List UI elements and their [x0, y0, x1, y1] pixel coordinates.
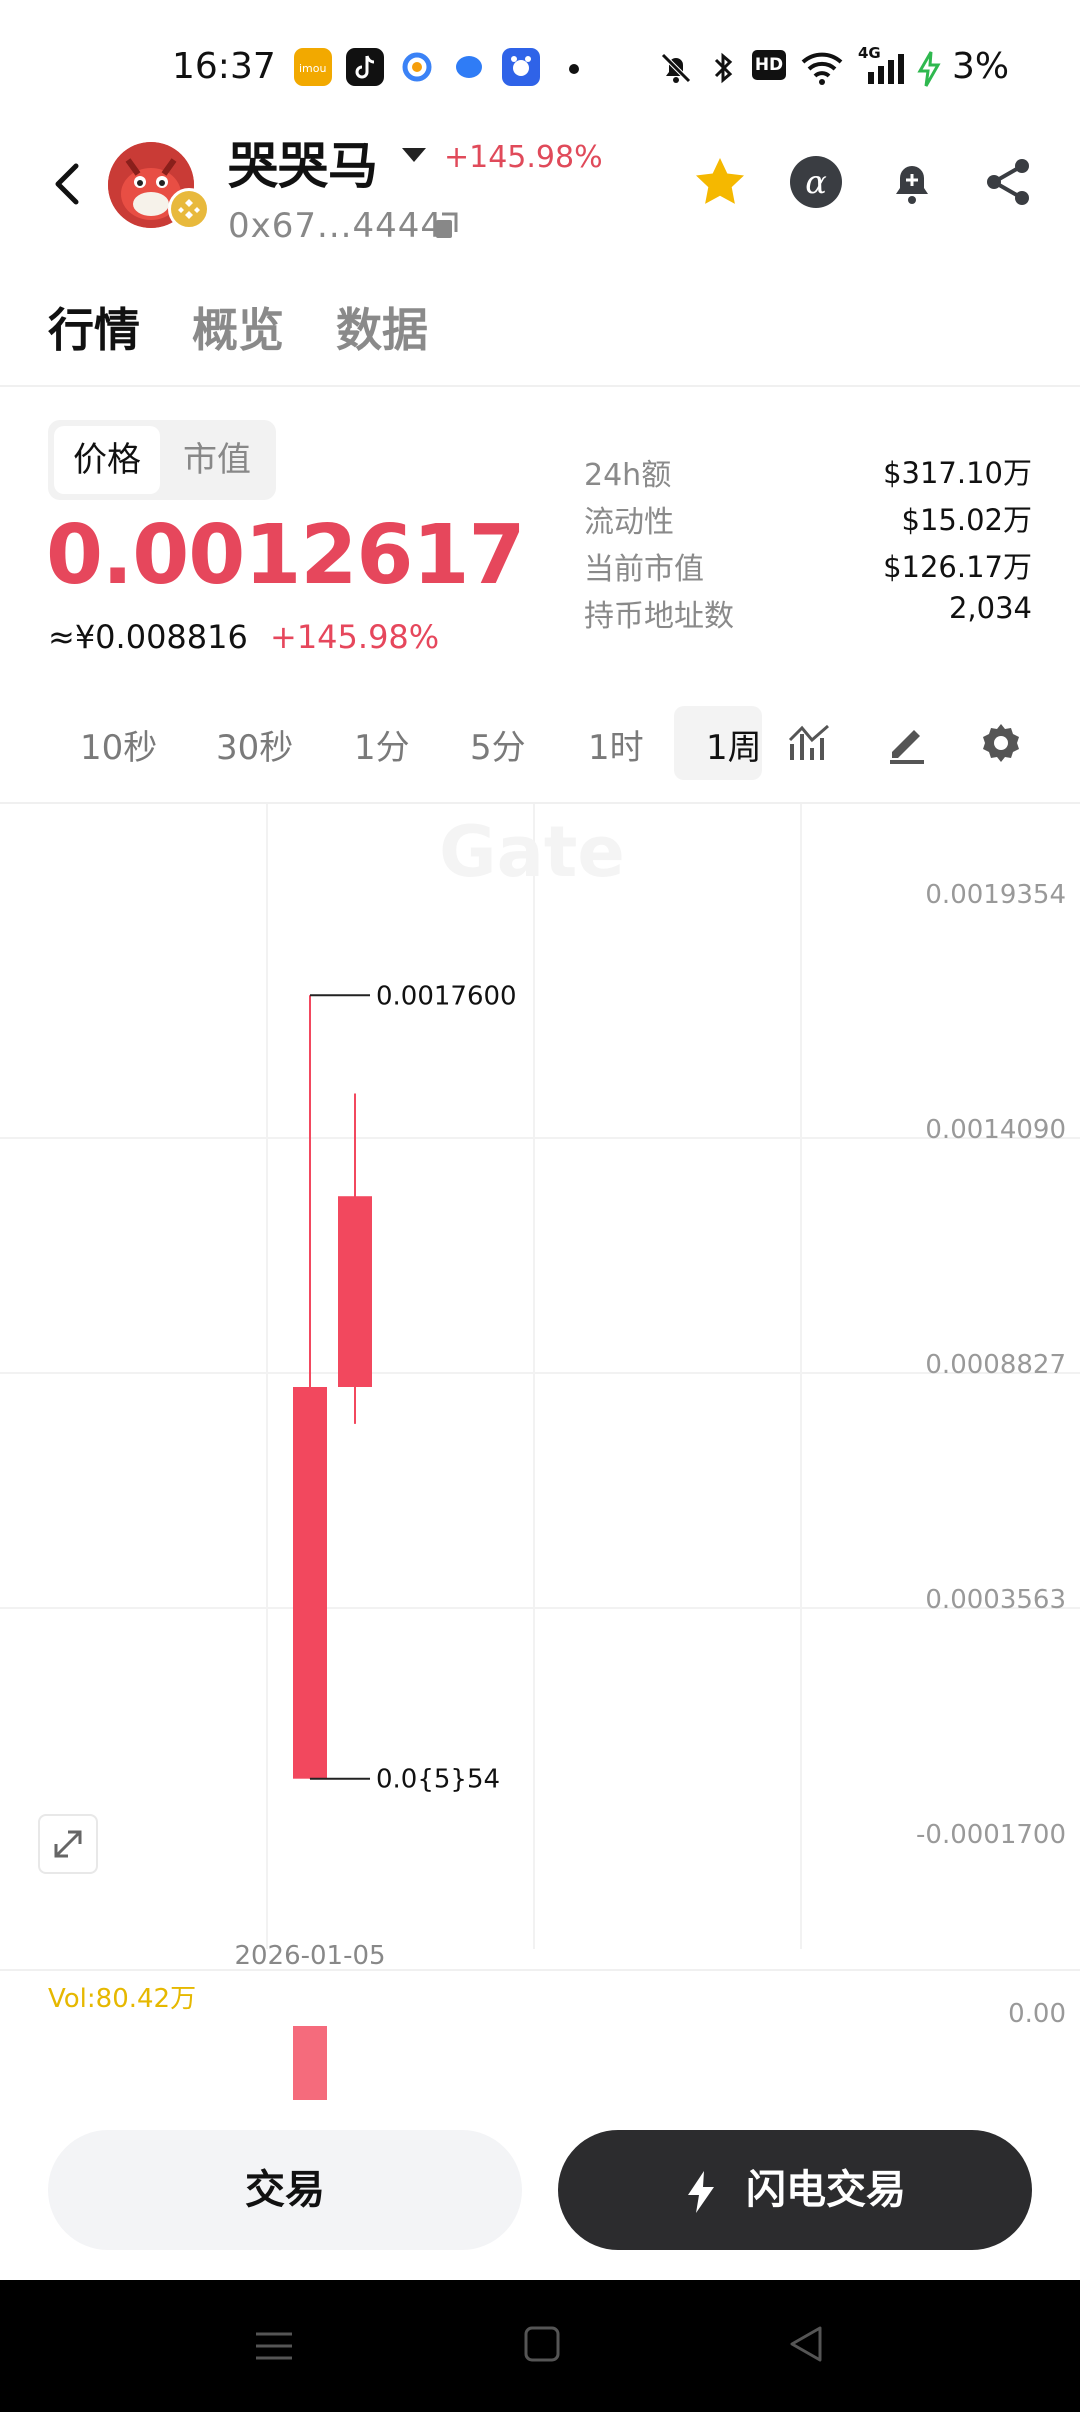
volume-bars	[293, 2026, 327, 2100]
expand-icon	[54, 1830, 82, 1858]
blue-app-icon	[450, 48, 488, 86]
charging-icon	[917, 51, 941, 87]
chart-grid	[0, 804, 1080, 1949]
stat-label-holders: 持币地址数	[584, 599, 734, 634]
svg-text:α: α	[805, 163, 827, 201]
imou-app-icon: imou	[294, 48, 332, 86]
volume-label: Vol:80.42万	[48, 1984, 196, 2014]
price-chart[interactable]: Gate 0.0019354 0.0014090 0.0008827 0.000356…	[0, 804, 1080, 2100]
y-tick-label: 0.0003563	[925, 1585, 1066, 1615]
high-price-label: 0.0017600	[376, 981, 517, 1011]
fiat-price: ≈¥0.008816	[48, 618, 248, 656]
contract-address: 0x67...4444	[228, 206, 443, 246]
chart-settings-gear-icon[interactable]	[976, 718, 1026, 768]
candle-body	[338, 1196, 372, 1387]
price-alert-bell-icon[interactable]	[882, 152, 942, 212]
fullscreen-button[interactable]	[38, 1814, 98, 1874]
share-icon[interactable]	[978, 152, 1038, 212]
token-switch-caret-icon[interactable]	[402, 148, 426, 162]
tab-market[interactable]: 行情	[48, 294, 140, 360]
mute-icon	[661, 53, 691, 83]
tabs-divider	[0, 385, 1080, 387]
stat-label-market-cap: 当前市值	[584, 552, 704, 587]
interval-1m[interactable]: 1分	[354, 720, 410, 769]
baidu-app-icon	[502, 48, 540, 86]
y-tick-label: 0.0008827	[925, 1350, 1066, 1380]
hd-icon: HD	[752, 50, 786, 80]
battery-level: 3%	[952, 46, 1010, 87]
interval-30s[interactable]: 30秒	[216, 720, 293, 769]
candle-body	[293, 1387, 327, 1779]
alpha-icon[interactable]: α	[786, 152, 846, 212]
x-axis-label: 2026-01-05	[234, 1941, 385, 1971]
interval-1h[interactable]: 1时	[588, 720, 644, 769]
segment-market-cap[interactable]: 市值	[164, 426, 270, 494]
token-name[interactable]: 哭哭马	[228, 126, 378, 198]
nav-back-icon[interactable]	[784, 2322, 828, 2366]
high-low-annotations: 0.0017600 0.0{5}54	[310, 981, 517, 1795]
more-notifications-dot	[569, 64, 579, 74]
favorite-star-icon[interactable]	[690, 152, 750, 212]
volume-bar	[293, 2026, 327, 2100]
flash-trade-button[interactable]: 闪电交易	[558, 2130, 1032, 2250]
copy-icon[interactable]	[434, 212, 460, 240]
stat-value-24h-volume: $317.10万	[883, 456, 1032, 490]
tab-overview[interactable]: 概览	[192, 294, 284, 360]
svg-text:imou: imou	[299, 62, 326, 75]
4g-signal-icon: 4G	[858, 44, 916, 86]
volume-axis-label: 0.00	[1008, 1999, 1066, 2029]
header-price-change: +145.98%	[444, 140, 603, 175]
lightning-icon	[688, 2171, 715, 2213]
interval-10s[interactable]: 10秒	[80, 720, 157, 769]
current-price: 0.0012617	[46, 508, 526, 603]
interval-1w[interactable]: 1周	[706, 720, 762, 769]
wifi-icon	[801, 52, 843, 85]
chain-badge-icon	[168, 188, 210, 230]
stat-value-liquidity: $15.02万	[901, 503, 1032, 537]
draw-pen-icon[interactable]	[882, 718, 932, 768]
price-mode-segment: 价格 市值	[48, 420, 276, 500]
price-change: +145.98%	[270, 618, 440, 656]
tiktok-app-icon	[346, 48, 384, 86]
stat-label-24h-volume: 24h额	[584, 458, 672, 493]
bluetooth-icon	[714, 52, 733, 84]
y-axis-labels: 0.0019354 0.0014090 0.0008827 0.0003563 -0.0…	[916, 880, 1066, 1850]
low-price-label: 0.0{5}54	[376, 1765, 500, 1795]
nav-home-icon[interactable]	[520, 2322, 564, 2366]
system-nav-bar	[0, 2280, 1080, 2412]
stat-value-holders: 2,034	[948, 591, 1032, 625]
chart-watermark: Gate	[439, 811, 625, 893]
stat-value-market-cap: $126.17万	[883, 550, 1032, 584]
browser-app-icon	[398, 48, 436, 86]
candles	[293, 995, 372, 1779]
y-tick-label: 0.0014090	[925, 1115, 1066, 1145]
status-time: 16:37	[172, 46, 276, 87]
trade-button-label: 交易	[245, 2167, 325, 2213]
y-tick-label: -0.0001700	[916, 1820, 1066, 1850]
trade-button[interactable]: 交易	[48, 2130, 522, 2250]
segment-price[interactable]: 价格	[54, 426, 160, 494]
y-tick-label: 0.0019354	[925, 880, 1066, 910]
status-bar: 16:37 imou HD 4G 3%	[0, 0, 1080, 130]
interval-5m[interactable]: 5分	[470, 720, 526, 769]
stat-label-liquidity: 流动性	[584, 505, 674, 540]
flash-trade-button-label: 闪电交易	[745, 2167, 906, 2213]
nav-menu-icon[interactable]	[252, 2324, 296, 2368]
tab-data[interactable]: 数据	[336, 294, 428, 360]
back-button[interactable]	[44, 156, 92, 212]
indicator-icon[interactable]	[786, 718, 836, 768]
